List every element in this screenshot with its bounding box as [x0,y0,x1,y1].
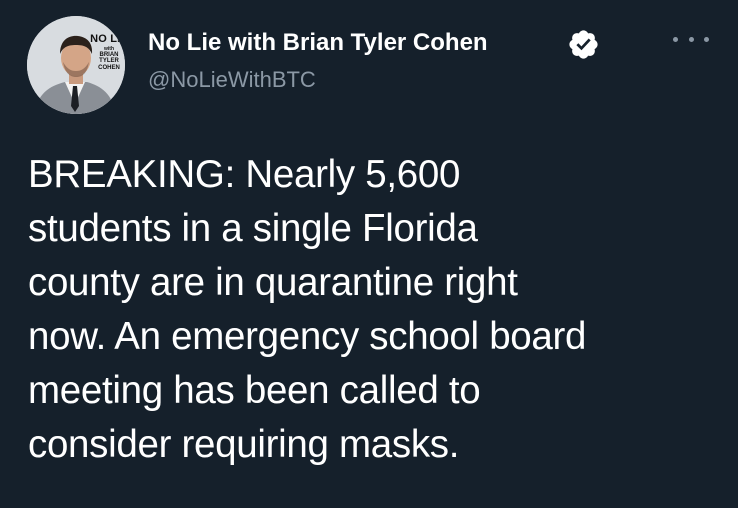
avatar-logo-title: NO LIE [90,33,125,45]
avatar-logo: NO LIE with BRIAN TYLER COHEN [79,34,125,71]
author-handle[interactable]: @NoLieWithBTC [148,67,316,93]
tweet-card: NO LIE with BRIAN TYLER COHEN No Lie wit… [0,0,738,508]
more-dot-icon [704,36,709,42]
avatar-logo-name: BRIAN TYLER COHEN [98,52,120,71]
tweet-text: BREAKING: Nearly 5,600 students in a sin… [28,153,587,466]
verified-badge-icon [569,30,598,59]
author-avatar[interactable]: NO LIE with BRIAN TYLER COHEN [27,16,125,114]
author-display-name[interactable]: No Lie with Brian Tyler Cohen [148,29,488,57]
more-dot-icon [673,36,678,42]
more-dot-icon [688,36,694,42]
more-options-icon[interactable] [673,27,709,51]
